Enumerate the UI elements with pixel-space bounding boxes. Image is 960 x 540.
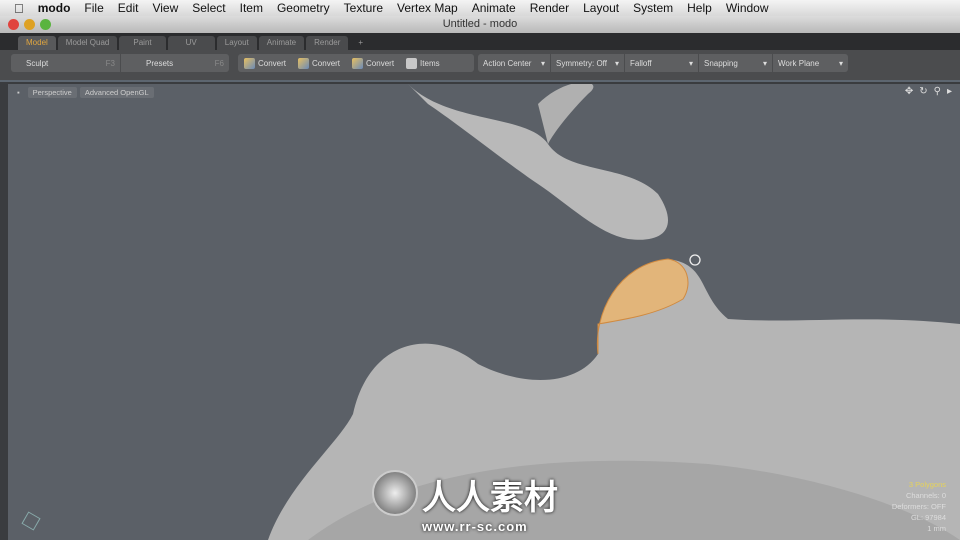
menu-help[interactable]: Help (687, 1, 712, 15)
close-button[interactable] (8, 19, 19, 30)
tab-uv[interactable]: UV (167, 36, 215, 50)
layout-tabs: Model Model Quad Paint UV Layout Animate… (0, 33, 960, 50)
menu-system[interactable]: System (633, 1, 673, 15)
chevron-down-icon: ▾ (838, 58, 843, 68)
sculpt-label: Sculpt (26, 58, 49, 68)
snapping-label: Snapping (704, 58, 738, 68)
chevron-down-icon: ▾ (614, 58, 619, 68)
menu-render[interactable]: Render (530, 1, 569, 15)
sculpt-shortcut: F3 (105, 58, 115, 68)
deformers-status: Deformers: OFF (891, 502, 946, 511)
tab-model-quad[interactable]: Model Quad (57, 36, 118, 50)
menu-window[interactable]: Window (726, 1, 769, 15)
tab-layout[interactable]: Layout (216, 36, 257, 50)
minimize-button[interactable] (24, 19, 35, 30)
symmetry-label: Symmetry: Off (556, 58, 607, 68)
falloff-label: Falloff (630, 58, 652, 68)
items-cube-icon (406, 57, 418, 69)
shading-mode-button[interactable]: Advanced OpenGL (79, 87, 154, 98)
tab-paint[interactable]: Paint (119, 36, 166, 50)
menu-view[interactable]: View (152, 1, 178, 15)
gl-count: GL: 97984 (910, 513, 946, 522)
items-label: Items (420, 58, 440, 68)
presets-label: Presets (146, 58, 174, 68)
falloff-dropdown[interactable]: Falloff ▾ (625, 54, 699, 72)
channels-count: Channels: 0 (905, 491, 946, 500)
watermark-url: www.rr-sc.com (422, 519, 528, 534)
menu-select[interactable]: Select (192, 1, 225, 15)
rotate-icon[interactable]: ↻ (919, 86, 927, 97)
watermark: 人人素材 www.rr-sc.com (372, 470, 558, 534)
grid-unit: 1 mm (927, 524, 946, 533)
sculpt-button[interactable]: Sculpt F3 (11, 54, 121, 72)
work-plane-dropdown[interactable]: Work Plane ▾ (773, 54, 848, 72)
snapping-dropdown[interactable]: Snapping ▾ (699, 54, 773, 72)
presets-button[interactable]: Presets F6 (121, 54, 229, 72)
menu-texture[interactable]: Texture (344, 1, 383, 15)
expand-arrow-icon[interactable]: ▸ (947, 86, 952, 97)
convert-icon (352, 57, 364, 69)
viewport-stats: 3 Polygons Channels: 0 Deformers: OFF GL… (892, 479, 946, 534)
view-perspective-button[interactable]: Perspective (27, 87, 77, 98)
tab-render[interactable]: Render (306, 36, 349, 50)
polygon-count: 3 Polygons (908, 480, 946, 489)
work-plane-label: Work Plane (778, 58, 820, 68)
zoom-button[interactable] (40, 19, 51, 30)
action-center-dropdown[interactable]: Action Center ▾ (478, 54, 551, 72)
watermark-logo-icon (372, 470, 418, 516)
action-center-label: Action Center (483, 58, 532, 68)
menubar:  modo File Edit View Select Item Geomet… (0, 0, 960, 16)
convert-button-3[interactable]: Convert (346, 54, 400, 72)
viewport-menu-icon[interactable]: ▪ (12, 87, 25, 98)
convert-icon (298, 57, 310, 69)
toolbar: Sculpt F3 Presets F6 Convert Convert Conve… (0, 50, 960, 82)
convert-button-1[interactable]: Convert (238, 54, 292, 72)
symmetry-dropdown[interactable]: Symmetry: Off ▾ (551, 54, 625, 72)
presets-shortcut: F6 (214, 58, 224, 68)
menu-vertex-map[interactable]: Vertex Map (397, 1, 458, 15)
menu-item[interactable]: Item (240, 1, 263, 15)
apple-icon[interactable]:  (14, 1, 24, 16)
rotate-handle-icon (689, 254, 701, 266)
tab-model[interactable]: Model (18, 36, 56, 50)
menu-geometry[interactable]: Geometry (277, 1, 330, 15)
pan-icon[interactable]: ✥ (905, 86, 913, 97)
menu-app[interactable]: modo (38, 1, 71, 15)
menu-layout[interactable]: Layout (583, 1, 619, 15)
chevron-down-icon: ▾ (762, 58, 767, 68)
convert-icon (244, 57, 255, 69)
convert-label: Convert (312, 58, 341, 68)
convert-button-2[interactable]: Convert (292, 54, 346, 72)
convert-label: Convert (258, 58, 287, 68)
menu-animate[interactable]: Animate (472, 1, 516, 15)
menu-edit[interactable]: Edit (118, 1, 139, 15)
title-bar: Untitled - modo (0, 16, 960, 33)
add-tab-button[interactable]: + (350, 36, 371, 50)
watermark-text: 人人素材 (422, 478, 558, 518)
tab-animate[interactable]: Animate (258, 36, 305, 50)
items-button[interactable]: Items (400, 54, 446, 72)
zoom-icon[interactable]: ⚲ (934, 86, 941, 97)
chevron-down-icon: ▾ (540, 58, 545, 68)
menu-file[interactable]: File (84, 1, 103, 15)
chevron-down-icon: ▾ (688, 58, 693, 68)
convert-label: Convert (366, 58, 395, 68)
window-title: Untitled - modo (442, 18, 518, 30)
